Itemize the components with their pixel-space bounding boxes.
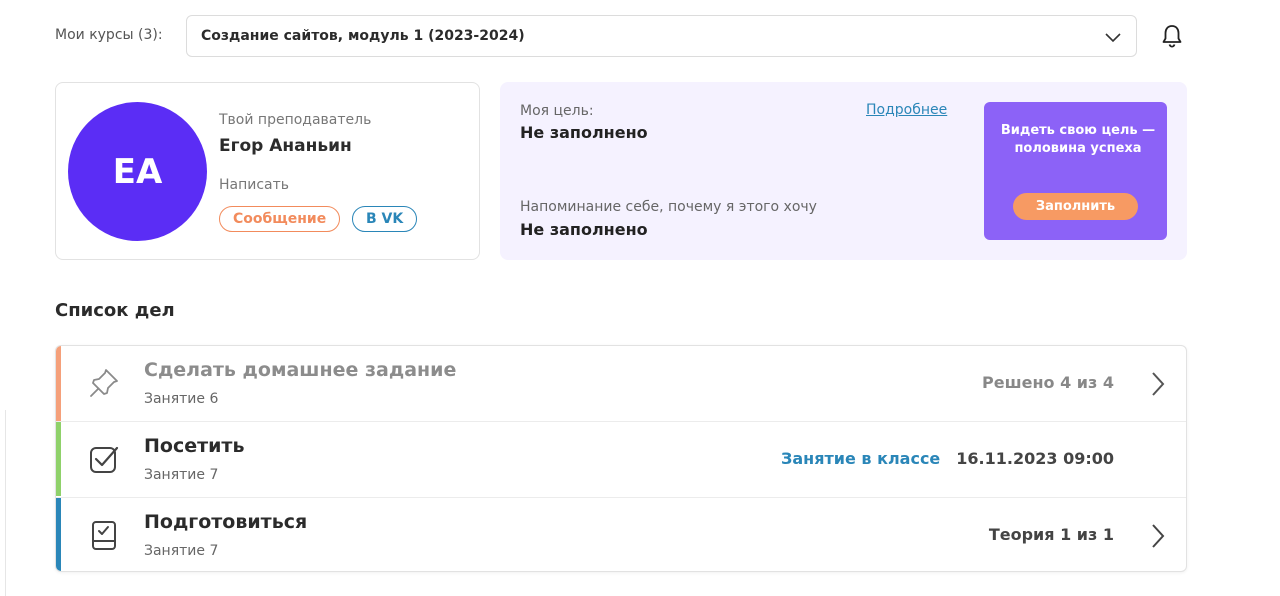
reminder-value: Не заполнено: [520, 220, 648, 239]
checkbox-icon: [90, 446, 119, 473]
row-accent: [56, 346, 61, 421]
todo-list: Сделать домашнее задание Занятие 6 Решен…: [55, 345, 1187, 572]
todo-item-status: Теория 1 из 1: [988, 525, 1114, 544]
pin-icon: [90, 369, 118, 397]
my-courses-label: Мои курсы (3):: [55, 27, 163, 43]
goal-card: Моя цель: Не заполнено Подробнее Напомин…: [500, 82, 1187, 260]
chevron-right-icon[interactable]: [1148, 522, 1168, 550]
write-label: Написать: [219, 177, 290, 193]
avatar: ЕА: [68, 102, 207, 241]
vk-button[interactable]: В VK: [352, 206, 418, 232]
todo-title: Список дел: [55, 300, 175, 321]
more-link[interactable]: Подробнее: [866, 102, 947, 118]
todo-item-lesson: Занятие 6: [144, 391, 219, 407]
todo-item-title: Подготовиться: [144, 511, 308, 533]
goal-value: Не заполнено: [520, 123, 648, 142]
todo-item-homework[interactable]: Сделать домашнее задание Занятие 6 Решен…: [56, 346, 1186, 421]
todo-item-prepare[interactable]: Подготовиться Занятие 7 Теория 1 из 1: [56, 497, 1186, 571]
teacher-card: ЕА Твой преподаватель Егор Ананьин Напис…: [55, 82, 480, 260]
fill-goal-button[interactable]: Заполнить: [1013, 193, 1138, 220]
promo-text: Видеть свою цель — половина успеха: [1000, 123, 1156, 156]
row-accent: [56, 498, 61, 571]
side-panel-edge: [0, 410, 6, 596]
todo-item-status: Решено 4 из 4: [982, 373, 1114, 392]
message-button[interactable]: Сообщение: [219, 206, 341, 232]
reminder-label: Напоминание себе, почему я этого хочу: [520, 199, 817, 215]
chevron-right-icon[interactable]: [1148, 370, 1168, 398]
todo-item-status: Занятие в классе 16.11.2023 09:00: [781, 449, 1114, 468]
teacher-name: Егор Ананьин: [219, 136, 352, 156]
todo-item-title: Сделать домашнее задание: [144, 359, 457, 381]
book-icon: [92, 521, 116, 550]
selected-course: Создание сайтов, модуль 1 (2023-2024): [201, 28, 525, 44]
row-accent: [56, 422, 61, 496]
lesson-datetime: 16.11.2023 09:00: [956, 449, 1114, 468]
goal-promo: Видеть свою цель — половина успеха Запол…: [984, 102, 1167, 240]
todo-item-lesson: Занятие 7: [144, 543, 219, 559]
goal-label: Моя цель:: [520, 103, 594, 119]
course-select[interactable]: Создание сайтов, модуль 1 (2023-2024): [186, 15, 1137, 57]
todo-item-lesson: Занятие 7: [144, 467, 219, 483]
bell-icon[interactable]: [1159, 23, 1185, 49]
chevron-down-icon: [1105, 33, 1121, 43]
todo-item-attend[interactable]: Посетить Занятие 7 Занятие в классе 16.11…: [56, 421, 1186, 496]
todo-item-title: Посетить: [144, 435, 245, 457]
teacher-role: Твой преподаватель: [219, 112, 372, 128]
class-lesson-link[interactable]: Занятие в классе: [781, 449, 940, 468]
